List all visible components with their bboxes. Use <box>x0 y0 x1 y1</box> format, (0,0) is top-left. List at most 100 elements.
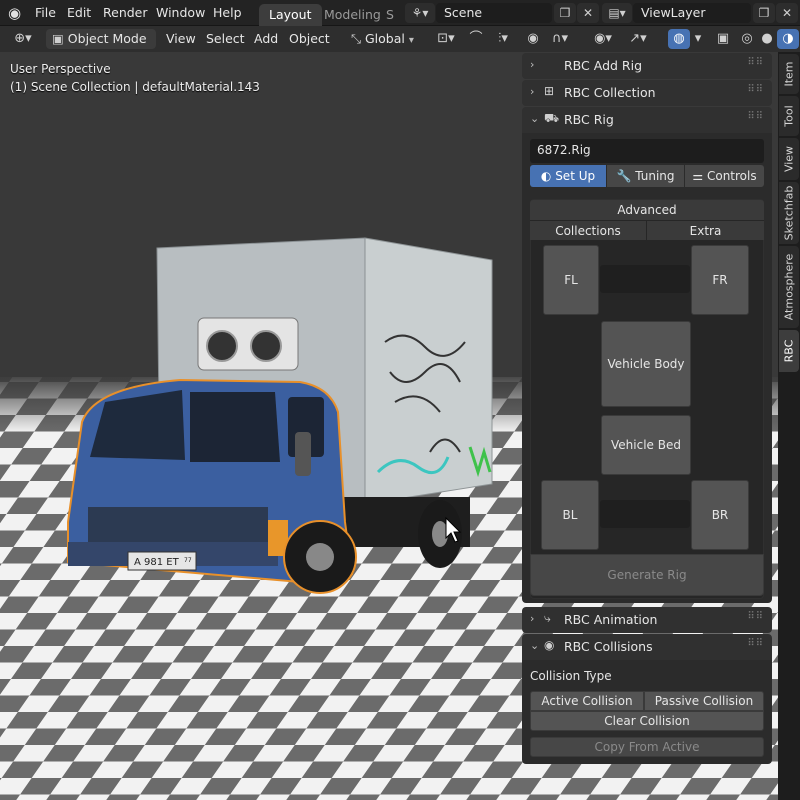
tab-rbc[interactable]: RBC <box>779 330 799 372</box>
copy-from-active-button[interactable]: Copy From Active <box>530 737 764 757</box>
view-layer-field[interactable]: ViewLayer <box>633 3 751 23</box>
snap-icon[interactable]: ⌒ <box>465 29 487 49</box>
advanced-header[interactable]: Advanced <box>530 200 764 220</box>
tab-sketchfab[interactable]: Sketchfab <box>779 182 799 244</box>
chevron-right-icon: › <box>530 58 535 71</box>
wheel-fr-button[interactable]: FR <box>691 245 749 315</box>
tab-label: Tuning <box>635 169 675 183</box>
tab-tuning[interactable]: 🔧 Tuning <box>607 165 684 187</box>
setup-icon: ◐ <box>540 169 552 183</box>
generate-rig-button[interactable]: Generate Rig <box>530 554 764 596</box>
side-mirror <box>295 432 311 476</box>
material-preview-shading-icon[interactable]: ◑ <box>777 29 799 49</box>
tab-controls[interactable]: ⚌ Controls <box>685 165 764 187</box>
tab-item[interactable]: Item <box>779 54 799 94</box>
license-plate-region: 77 <box>184 557 192 564</box>
panel-rbc-rig[interactable]: ⌄ ⛟ RBC Rig ⠿⠿ <box>522 107 772 133</box>
car-icon: ⛟ <box>544 111 560 125</box>
vehicle-body-button[interactable]: Vehicle Body <box>601 321 691 407</box>
overlays-dropdown-icon[interactable]: ▾ <box>690 29 706 49</box>
chevron-right-icon: › <box>530 85 535 98</box>
remove-scene-icon[interactable]: ✕ <box>577 3 599 23</box>
tab-label: View <box>782 145 796 173</box>
menu-help[interactable]: Help <box>213 5 242 20</box>
wheel-bl-button[interactable]: BL <box>541 480 599 550</box>
drag-handle-icon[interactable]: ⠿⠿ <box>747 611 764 622</box>
axle-front <box>600 265 690 293</box>
blender-logo-icon[interactable]: ◉ <box>8 4 21 22</box>
fan-right <box>250 330 282 362</box>
menu-add[interactable]: Add <box>254 31 278 46</box>
collision-type-label: Collision Type <box>530 669 612 683</box>
tab-tool[interactable]: Tool <box>779 96 799 136</box>
perspective-label: User Perspective <box>10 62 111 76</box>
wheel-br-button[interactable]: BR <box>691 480 749 550</box>
passive-collision-button[interactable]: Passive Collision <box>644 691 764 711</box>
object-mode-icon: ▣ <box>52 31 64 46</box>
snap-target-icon[interactable]: ⫶▾ <box>488 29 518 49</box>
cargo-box-side <box>364 237 493 505</box>
license-plate-text: А 981 ЕТ <box>134 557 180 568</box>
tab-set-up[interactable]: ◐ Set Up <box>530 165 606 187</box>
drag-handle-icon[interactable]: ⠿⠿ <box>747 84 764 95</box>
clear-collision-button[interactable]: Clear Collision <box>530 711 764 731</box>
xray-icon[interactable]: ▣ <box>712 29 734 49</box>
active-collision-button[interactable]: Active Collision <box>530 691 644 711</box>
mode-dropdown[interactable]: ▣ Object Mode ▾ <box>46 29 156 61</box>
wheel-fl-button[interactable]: FL <box>543 245 599 315</box>
pivot-point-icon[interactable]: ⊡▾ <box>430 29 462 49</box>
transform-orientation-dropdown[interactable]: ⤡ Global ▾ <box>345 29 425 49</box>
chevron-down-icon: ⌄ <box>530 639 540 652</box>
view-layer-selector-icon[interactable]: ▤▾ <box>602 3 632 23</box>
solid-shading-icon[interactable]: ● <box>756 29 778 49</box>
vehicle-bed-button[interactable]: Vehicle Bed <box>601 415 691 475</box>
drag-handle-icon[interactable]: ⠿⠿ <box>747 111 764 122</box>
rbc-collisions-body: Collision Type Active Collision Passive … <box>522 660 772 764</box>
gizmo-icon[interactable]: ↗▾ <box>622 29 654 49</box>
drag-handle-icon[interactable]: ⠿⠿ <box>747 638 764 649</box>
chevron-right-icon: › <box>530 612 535 625</box>
axle-rear <box>600 500 690 528</box>
wireframe-shading-icon[interactable]: ◎ <box>736 29 758 49</box>
new-view-layer-icon[interactable]: ❐ <box>753 3 775 23</box>
tab-view[interactable]: View <box>779 138 799 180</box>
workspace-tab-layout[interactable]: Layout <box>259 4 322 26</box>
rig-name-field[interactable]: 6872.Rig <box>530 139 764 163</box>
scene-selector-icon[interactable]: ⚘▾ <box>405 3 435 23</box>
menu-file[interactable]: File <box>35 5 56 20</box>
tab-label: Controls <box>706 169 757 183</box>
subtab-collections[interactable]: Collections <box>530 220 647 240</box>
fan-left <box>206 330 238 362</box>
menu-object[interactable]: Object <box>289 31 330 46</box>
remove-view-layer-icon[interactable]: ✕ <box>776 3 798 23</box>
sidebar-tabs: Item Tool View Sketchfab Atmosphere RBC <box>778 52 800 800</box>
editor-type-icon[interactable]: ⊕▾ <box>6 29 40 49</box>
drag-handle-icon[interactable]: ⠿⠿ <box>747 57 764 68</box>
scene-field[interactable]: Scene <box>436 3 552 23</box>
falloff-icon[interactable]: ∩▾ <box>546 29 574 49</box>
menu-select[interactable]: Select <box>206 31 245 46</box>
wrench-icon: 🔧 <box>616 169 632 183</box>
panel-rbc-animation[interactable]: › ⤷ RBC Animation ⠿⠿ <box>522 607 772 633</box>
workspace-tab-modeling[interactable]: Modeling <box>314 4 391 26</box>
menu-render[interactable]: Render <box>103 5 148 20</box>
tab-atmosphere[interactable]: Atmosphere <box>779 246 799 328</box>
panel-rbc-add-rig[interactable]: › RBC Add Rig ⠿⠿ <box>522 53 772 79</box>
collision-icon: ◉ <box>544 638 555 652</box>
menu-view[interactable]: View <box>166 31 196 46</box>
subtab-extra[interactable]: Extra <box>647 220 764 240</box>
mode-label: Object Mode <box>67 31 147 46</box>
new-scene-icon[interactable]: ❐ <box>554 3 576 23</box>
menu-edit[interactable]: Edit <box>67 5 91 20</box>
panel-rbc-collection[interactable]: › ⊞ RBC Collection ⠿⠿ <box>522 80 772 106</box>
panel-rbc-collisions[interactable]: ⌄ ◉ RBC Collisions ⠿⠿ <box>522 634 772 660</box>
proportional-editing-icon[interactable]: ◉ <box>522 29 544 49</box>
menu-window[interactable]: Window <box>156 5 205 20</box>
panel-title: RBC Animation <box>564 612 658 627</box>
rbc-rig-body: 6872.Rig ◐ Set Up 🔧 Tuning ⚌ Controls Ad… <box>522 133 772 603</box>
visibility-icon[interactable]: ◉▾ <box>588 29 618 49</box>
overlays-icon[interactable]: ◍ <box>668 29 690 49</box>
workspace-tab-more[interactable]: S <box>382 4 398 26</box>
truck-model[interactable]: А 981 ЕТ 77 <box>67 237 493 594</box>
tab-label: Item <box>782 61 796 87</box>
